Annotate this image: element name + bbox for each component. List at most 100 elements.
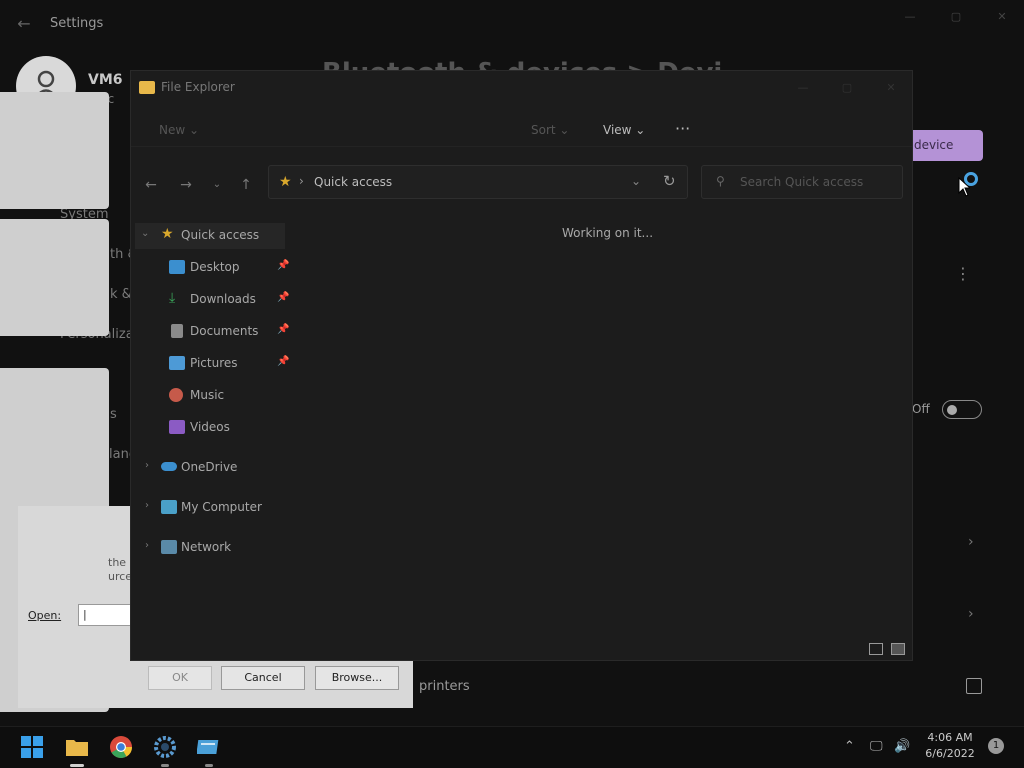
sidebar-item-this-pc[interactable]: › My Computer bbox=[135, 495, 285, 521]
sidebar-item-pictures[interactable]: Pictures 📌 bbox=[135, 351, 289, 377]
ok-button[interactable]: OK bbox=[148, 666, 212, 690]
more-options-icon[interactable]: ··· bbox=[675, 119, 690, 138]
close-icon[interactable]: ✕ bbox=[990, 8, 1014, 26]
desktop-icon bbox=[169, 260, 185, 274]
sidebar-label: Videos bbox=[190, 420, 230, 434]
refresh-icon[interactable]: ↻ bbox=[663, 172, 676, 190]
cloud-icon bbox=[161, 462, 177, 471]
chevron-right-icon[interactable]: › bbox=[145, 500, 149, 511]
star-icon: ★ bbox=[161, 226, 174, 242]
forward-arrow-icon[interactable]: → bbox=[176, 175, 196, 195]
sidebar-label: Music bbox=[190, 388, 225, 402]
explorer-title: File Explorer bbox=[161, 80, 235, 94]
large-icons-view-icon[interactable] bbox=[891, 643, 905, 655]
sort-label: Sort bbox=[531, 123, 556, 137]
taskbar: ⌃ 🖵 🔊 4:06 AM 6/6/2022 1 bbox=[0, 726, 1024, 768]
settings-app-title: Settings bbox=[50, 16, 104, 31]
sidebar-item-desktop[interactable]: Desktop 📌 bbox=[135, 255, 289, 281]
address-location: Quick access bbox=[314, 175, 393, 189]
back-arrow-icon[interactable]: ← bbox=[141, 175, 161, 195]
chevron-right-icon[interactable]: › bbox=[968, 606, 974, 622]
chevron-down-icon[interactable]: ⌄ bbox=[631, 174, 641, 188]
sidebar-label: Downloads bbox=[190, 292, 256, 306]
new-button[interactable]: New ⌄ bbox=[159, 123, 199, 137]
sidebar-label: Documents bbox=[190, 324, 259, 338]
folder-icon bbox=[139, 81, 155, 94]
bluetooth-toggle[interactable] bbox=[942, 400, 982, 419]
sidebar-item-music[interactable]: Music bbox=[135, 383, 285, 409]
view-label: View bbox=[603, 123, 632, 137]
nav-item-apps[interactable]: s bbox=[110, 407, 117, 422]
music-icon bbox=[169, 388, 183, 402]
printers-link[interactable]: printers bbox=[419, 679, 470, 694]
gear-icon bbox=[154, 736, 176, 758]
taskbar-file-explorer[interactable] bbox=[65, 735, 89, 767]
chevron-up-icon[interactable]: ⌃ bbox=[844, 739, 855, 754]
task-view-card[interactable] bbox=[0, 219, 109, 336]
toggle-state-label: Off bbox=[912, 402, 930, 416]
minimize-icon[interactable]: — bbox=[791, 79, 815, 97]
clock-time: 4:06 AM bbox=[927, 731, 973, 744]
network-tray-icon[interactable]: 🖵 bbox=[870, 739, 883, 754]
chevron-right-icon[interactable]: › bbox=[145, 460, 149, 471]
clock[interactable]: 4:06 AM 6/6/2022 bbox=[920, 730, 980, 762]
pin-icon[interactable]: 📌 bbox=[277, 356, 289, 367]
address-bar[interactable]: ★ › Quick access ⌄ ↻ bbox=[268, 165, 688, 199]
active-indicator bbox=[70, 764, 84, 767]
sidebar-label: Desktop bbox=[190, 260, 240, 274]
search-placeholder: Search Quick access bbox=[740, 175, 864, 189]
taskbar-chrome[interactable] bbox=[109, 735, 133, 759]
sidebar-item-onedrive[interactable]: › OneDrive bbox=[135, 455, 285, 481]
sort-button[interactable]: Sort ⌄ bbox=[531, 123, 569, 137]
task-view-card[interactable] bbox=[0, 92, 109, 209]
run-dialog-icon bbox=[196, 740, 219, 754]
chevron-right-icon[interactable]: › bbox=[968, 534, 974, 550]
sidebar-label: OneDrive bbox=[181, 460, 238, 474]
clock-date: 6/6/2022 bbox=[925, 747, 975, 760]
more-options-icon[interactable]: ⋮ bbox=[955, 264, 971, 283]
chrome-icon bbox=[110, 736, 132, 758]
details-view-icon[interactable] bbox=[869, 643, 883, 655]
nav-item-network[interactable]: k & bbox=[110, 287, 132, 302]
sidebar-item-videos[interactable]: Videos bbox=[135, 415, 285, 441]
cancel-button[interactable]: Cancel bbox=[221, 666, 305, 690]
volume-icon[interactable]: 🔊 bbox=[894, 739, 910, 754]
up-arrow-icon[interactable]: ↑ bbox=[236, 175, 256, 195]
notification-badge[interactable]: 1 bbox=[988, 738, 1004, 754]
recent-locations-icon[interactable]: ⌄ bbox=[207, 175, 227, 195]
open-label: Open: bbox=[28, 609, 62, 622]
new-label: New bbox=[159, 123, 186, 137]
taskbar-settings[interactable] bbox=[153, 735, 177, 767]
sidebar-item-downloads[interactable]: ⤓ Downloads 📌 bbox=[135, 287, 289, 313]
file-explorer-window: File Explorer — ▢ ✕ New ⌄ Sort ⌄ View ⌄ … bbox=[130, 70, 913, 661]
pin-icon[interactable]: 📌 bbox=[277, 324, 289, 335]
browse-button[interactable]: Browse... bbox=[315, 666, 399, 690]
explorer-toolbar: New ⌄ Sort ⌄ View ⌄ ··· bbox=[131, 111, 912, 147]
maximize-icon[interactable]: ▢ bbox=[944, 8, 968, 26]
minimize-icon[interactable]: — bbox=[898, 8, 922, 26]
chevron-down-icon[interactable]: ⌄ bbox=[141, 228, 149, 239]
documents-icon bbox=[171, 324, 183, 338]
back-arrow-icon[interactable]: ← bbox=[14, 14, 34, 34]
user-name: VM6 bbox=[88, 72, 123, 88]
chevron-right-icon[interactable]: › bbox=[299, 174, 304, 188]
sidebar-item-documents[interactable]: Documents 📌 bbox=[135, 319, 289, 345]
folder-icon bbox=[66, 740, 88, 756]
mouse-cursor-icon bbox=[958, 177, 970, 197]
external-link-icon[interactable] bbox=[966, 678, 982, 694]
maximize-icon[interactable]: ▢ bbox=[835, 79, 859, 97]
search-input[interactable]: ⚲ Search Quick access bbox=[701, 165, 903, 199]
pin-icon[interactable]: 📌 bbox=[277, 292, 289, 303]
start-button[interactable] bbox=[20, 735, 44, 759]
taskbar-run[interactable] bbox=[196, 735, 221, 767]
sidebar-item-quick-access[interactable]: ⌄ ★ Quick access bbox=[135, 223, 285, 249]
settings-title-bar: ← Settings — ▢ ✕ bbox=[0, 0, 1024, 48]
chevron-right-icon[interactable]: › bbox=[145, 540, 149, 551]
pin-icon[interactable]: 📌 bbox=[277, 260, 289, 271]
network-icon bbox=[161, 540, 177, 554]
view-button[interactable]: View ⌄ bbox=[603, 123, 645, 137]
sidebar-item-network[interactable]: › Network bbox=[135, 535, 285, 561]
close-icon[interactable]: ✕ bbox=[879, 79, 903, 97]
explorer-title-bar: File Explorer bbox=[139, 79, 539, 97]
computer-icon bbox=[161, 500, 177, 514]
